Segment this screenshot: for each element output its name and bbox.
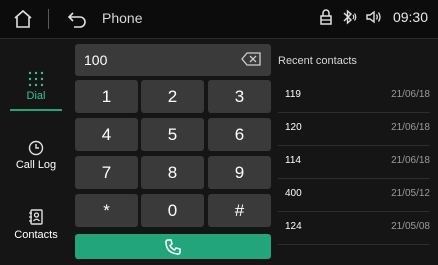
lock-icon bbox=[320, 9, 332, 25]
list-item[interactable]: 119 21/06/18 bbox=[278, 80, 430, 113]
backspace-icon[interactable] bbox=[241, 52, 261, 66]
home-button[interactable] bbox=[12, 9, 34, 29]
contact-number: 400 bbox=[285, 188, 302, 199]
key-3[interactable]: 3 bbox=[208, 80, 271, 113]
contact-date: 21/05/08 bbox=[391, 221, 430, 232]
contacts-icon bbox=[29, 209, 43, 225]
contact-number: 120 bbox=[285, 122, 302, 133]
sidebar-item-dial[interactable]: Dial bbox=[0, 71, 72, 102]
key-9[interactable]: 9 bbox=[208, 156, 271, 189]
active-indicator bbox=[10, 109, 62, 111]
top-bar: Phone 09:30 bbox=[0, 0, 438, 39]
key-7[interactable]: 7 bbox=[75, 156, 138, 189]
dialpad-icon bbox=[28, 71, 44, 87]
phone-icon bbox=[165, 239, 181, 255]
sidebar-item-label: Dial bbox=[26, 90, 46, 102]
sidebar: Dial Call Log Contacts bbox=[0, 39, 72, 265]
sidebar-item-label: Contacts bbox=[14, 229, 58, 241]
key-6[interactable]: 6 bbox=[208, 118, 271, 151]
list-item[interactable]: 400 21/05/12 bbox=[278, 179, 430, 212]
key-2[interactable]: 2 bbox=[141, 80, 204, 113]
sidebar-item-call-log[interactable]: Call Log bbox=[0, 140, 72, 171]
sidebar-item-label: Call Log bbox=[15, 159, 57, 171]
clock: 09:30 bbox=[392, 9, 428, 25]
list-item[interactable]: 124 21/05/08 bbox=[278, 212, 430, 245]
contact-number: 124 bbox=[285, 221, 302, 232]
contact-date: 21/06/18 bbox=[391, 89, 430, 100]
contact-date: 21/06/18 bbox=[391, 155, 430, 166]
key-5[interactable]: 5 bbox=[141, 118, 204, 151]
back-icon bbox=[67, 12, 86, 28]
key-8[interactable]: 8 bbox=[141, 156, 204, 189]
key-4[interactable]: 4 bbox=[75, 118, 138, 151]
list-item[interactable]: 120 21/06/18 bbox=[278, 113, 430, 146]
call-button[interactable] bbox=[75, 234, 271, 259]
list-item[interactable]: 114 21/06/18 bbox=[278, 146, 430, 179]
key-0[interactable]: 0 bbox=[141, 194, 204, 227]
volume-icon bbox=[366, 10, 381, 24]
dial-input[interactable]: 100 bbox=[75, 44, 271, 76]
dial-number: 100 bbox=[84, 52, 108, 68]
back-button[interactable] bbox=[66, 9, 88, 29]
divider bbox=[48, 9, 49, 29]
status-area: 09:30 bbox=[319, 9, 428, 25]
clock-icon bbox=[28, 140, 44, 156]
contact-date: 21/06/18 bbox=[391, 122, 430, 133]
app-title: Phone bbox=[102, 10, 143, 26]
contact-number: 119 bbox=[285, 89, 301, 100]
contact-number: 114 bbox=[285, 155, 301, 166]
home-icon bbox=[14, 9, 32, 28]
sidebar-item-contacts[interactable]: Contacts bbox=[0, 208, 72, 241]
key-star[interactable]: * bbox=[75, 194, 138, 227]
contact-date: 21/05/12 bbox=[391, 188, 430, 199]
key-hash[interactable]: # bbox=[208, 194, 271, 227]
recent-contacts-panel: Recent contacts 119 21/06/18 120 21/06/1… bbox=[278, 40, 438, 265]
key-1[interactable]: 1 bbox=[75, 80, 138, 113]
recent-contacts-title: Recent contacts bbox=[278, 55, 357, 67]
bluetooth-icon bbox=[343, 9, 357, 25]
